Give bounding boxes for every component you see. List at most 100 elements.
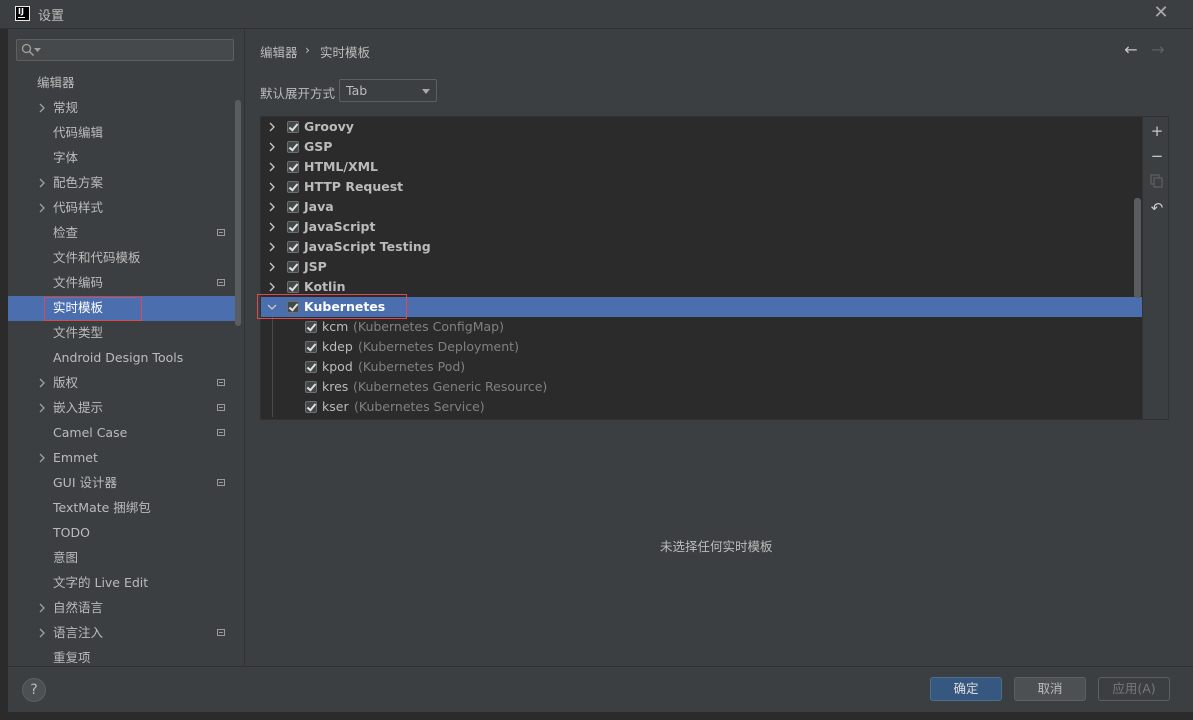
search-options-chevron-icon[interactable] [34, 48, 41, 53]
breadcrumb-parent[interactable]: 编辑器 [260, 42, 298, 61]
template-checkbox[interactable] [305, 401, 317, 413]
group-checkbox[interactable] [287, 221, 299, 233]
chevron-right-icon[interactable] [267, 262, 277, 272]
chevron-right-icon[interactable] [267, 182, 277, 192]
sidebar-section-editor[interactable]: 编辑器 [37, 70, 75, 95]
chevron-right-icon[interactable] [37, 103, 47, 113]
sidebar-item[interactable]: 文件类型 [53, 320, 103, 345]
title-bar: IJ 设置 ✕ [0, 0, 1193, 29]
breadcrumb-separator: › [305, 42, 310, 57]
sidebar-item[interactable]: 文件和代码模板 [53, 245, 141, 270]
chevron-right-icon[interactable] [267, 222, 277, 232]
sidebar-item[interactable]: 自然语言 [53, 595, 103, 620]
intellij-logo-icon: IJ [15, 6, 30, 21]
chevron-right-icon[interactable] [37, 178, 47, 188]
template-row[interactable]: kpod (Kubernetes Pod) [261, 357, 1142, 377]
chevron-right-icon[interactable] [37, 378, 47, 388]
group-checkbox[interactable] [287, 161, 299, 173]
expand-with-label: 默认展开方式 [260, 86, 336, 101]
sidebar-item[interactable]: 代码样式 [53, 195, 103, 220]
template-group-row[interactable]: HTTP Request [261, 177, 1142, 197]
tree-guide-line [272, 317, 273, 417]
sidebar-item[interactable]: 嵌入提示 [53, 395, 103, 420]
search-icon [21, 43, 35, 57]
highlight-box-sidebar [44, 297, 142, 321]
no-template-selected-message: 未选择任何实时模板 [660, 539, 773, 554]
highlight-box-kubernetes [257, 294, 407, 319]
chevron-right-icon[interactable] [267, 162, 277, 172]
sidebar-item[interactable]: TODO [53, 520, 90, 545]
chevron-right-icon[interactable] [267, 242, 277, 252]
remove-icon[interactable]: − [1149, 148, 1165, 164]
template-row[interactable]: kcm (Kubernetes ConfigMap) [261, 317, 1142, 337]
template-tree[interactable]: Groovy GSP HTML/XML HTTP Request Java JavaScr… [260, 116, 1143, 420]
template-row[interactable]: kdep (Kubernetes Deployment) [261, 337, 1142, 357]
sidebar-item[interactable]: 文件编码 [53, 270, 103, 295]
cancel-button[interactable]: 取消 [1014, 677, 1086, 701]
search-input[interactable] [45, 42, 225, 58]
chevron-right-icon[interactable] [267, 122, 277, 132]
sidebar-item[interactable]: Camel Case [53, 420, 127, 445]
group-name: JavaScript [304, 219, 376, 234]
template-group-row[interactable]: JavaScript [261, 217, 1142, 237]
template-description: (Kubernetes Deployment) [358, 339, 519, 354]
back-arrow-icon[interactable]: ← [1122, 41, 1140, 59]
chevron-right-icon[interactable] [267, 202, 277, 212]
template-group-row[interactable]: JSP [261, 257, 1142, 277]
group-checkbox[interactable] [287, 121, 299, 133]
project-scope-icon [217, 404, 225, 411]
ok-button[interactable]: 确定 [930, 677, 1002, 701]
chevron-right-icon[interactable] [37, 628, 47, 638]
template-group-row[interactable]: JavaScript Testing [261, 237, 1142, 257]
restore-icon[interactable]: ↶ [1149, 200, 1165, 216]
group-checkbox[interactable] [287, 141, 299, 153]
apply-button[interactable]: 应用(A) [1098, 677, 1170, 701]
sidebar-item[interactable]: 检查 [53, 220, 78, 245]
sidebar-item[interactable]: 常规 [53, 95, 78, 120]
template-checkbox[interactable] [305, 321, 317, 333]
template-group-row[interactable]: Java [261, 197, 1142, 217]
sidebar-item[interactable]: 语言注入 [53, 620, 103, 645]
close-icon[interactable]: ✕ [1150, 2, 1172, 24]
forward-arrow-icon[interactable]: → [1149, 41, 1167, 59]
expand-with-dropdown[interactable]: Tab [339, 79, 437, 102]
template-row[interactable]: kser (Kubernetes Service) [261, 397, 1142, 417]
sidebar-scrollbar[interactable] [235, 100, 241, 326]
sidebar-item[interactable]: 意图 [53, 545, 78, 570]
template-checkbox[interactable] [305, 341, 317, 353]
sidebar-item[interactable]: Android Design Tools [53, 345, 183, 370]
group-name: JSP [304, 259, 327, 274]
group-checkbox[interactable] [287, 181, 299, 193]
chevron-right-icon[interactable] [267, 282, 277, 292]
group-checkbox[interactable] [287, 241, 299, 253]
help-button[interactable]: ? [22, 678, 46, 702]
template-checkbox[interactable] [305, 381, 317, 393]
add-icon[interactable]: + [1149, 123, 1165, 139]
template-abbreviation: kcm [322, 319, 349, 334]
template-tree-scrollbar[interactable] [1134, 198, 1141, 298]
chevron-right-icon[interactable] [37, 203, 47, 213]
group-checkbox[interactable] [287, 201, 299, 213]
chevron-right-icon[interactable] [37, 403, 47, 413]
search-field[interactable] [16, 39, 234, 61]
chevron-right-icon[interactable] [37, 453, 47, 463]
template-row[interactable]: kres (Kubernetes Generic Resource) [261, 377, 1142, 397]
template-group-row[interactable]: GSP [261, 137, 1142, 157]
group-checkbox[interactable] [287, 281, 299, 293]
sidebar-item[interactable]: GUI 设计器 [53, 470, 117, 495]
template-checkbox[interactable] [305, 361, 317, 373]
chevron-right-icon[interactable] [37, 603, 47, 613]
sidebar-item[interactable]: 版权 [53, 370, 78, 395]
chevron-right-icon[interactable] [267, 142, 277, 152]
template-group-row[interactable]: HTML/XML [261, 157, 1142, 177]
template-group-row[interactable]: Groovy [261, 117, 1142, 137]
group-name: HTTP Request [304, 179, 404, 194]
group-checkbox[interactable] [287, 261, 299, 273]
sidebar-item[interactable]: Emmet [53, 445, 98, 470]
sidebar-item[interactable]: TextMate 捆绑包 [53, 495, 151, 520]
copy-icon[interactable] [1150, 174, 1164, 188]
sidebar-item[interactable]: 文字的 Live Edit [53, 570, 148, 595]
sidebar-item[interactable]: 代码编辑 [53, 120, 103, 145]
sidebar-item[interactable]: 配色方案 [53, 170, 103, 195]
sidebar-item[interactable]: 字体 [53, 145, 78, 170]
